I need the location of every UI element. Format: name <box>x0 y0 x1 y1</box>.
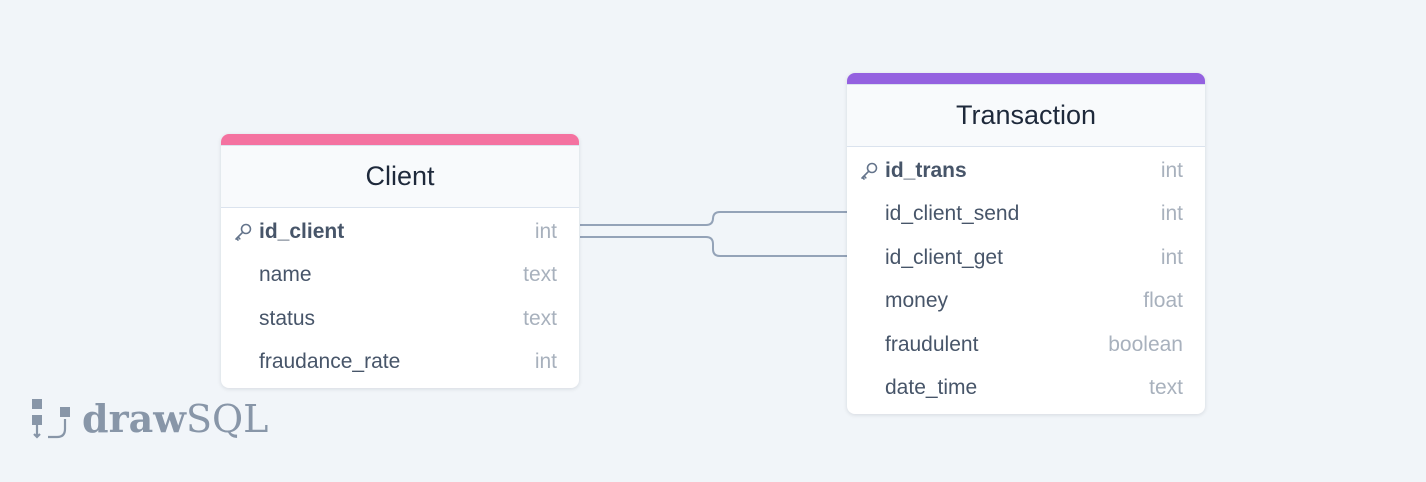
table-transaction-header[interactable]: Transaction <box>847 84 1205 147</box>
field-row-date-time[interactable]: date_time text <box>847 367 1205 411</box>
field-name: fraudance_rate <box>259 350 401 374</box>
field-name: status <box>259 306 316 330</box>
field-type: text <box>1149 376 1183 400</box>
field-name: id_client_get <box>885 245 1003 269</box>
drawsql-logo-icon <box>32 398 70 439</box>
field-row-fraudance-rate[interactable]: fraudance_rate int <box>221 341 579 385</box>
logo-text-draw: draw <box>82 396 186 441</box>
field-type: boolean <box>1108 332 1183 356</box>
field-name: date_time <box>885 376 978 400</box>
table-client-fields: id_client int name text status text frau… <box>221 208 579 388</box>
key-icon <box>233 222 259 242</box>
logo-text-sql: SQL <box>185 396 269 441</box>
table-client-header[interactable]: Client <box>221 145 579 208</box>
field-type: int <box>1160 202 1183 226</box>
table-transaction-fields: id_trans int id_client_send int id_clien… <box>847 147 1205 414</box>
field-name: id_client_send <box>885 202 1020 226</box>
field-type: text <box>523 306 557 330</box>
table-client[interactable]: Client id_client int name text status te… <box>221 134 579 388</box>
table-transaction[interactable]: Transaction id_trans int id_client_send … <box>847 73 1205 414</box>
table-client-title: Client <box>365 161 435 191</box>
table-transaction-title: Transaction <box>955 100 1097 130</box>
field-name: fraudulent <box>885 332 979 356</box>
table-transaction-accent-bar <box>847 73 1205 84</box>
field-row-id-client-send[interactable]: id_client_send int <box>847 193 1205 237</box>
field-row-fraudulent[interactable]: fraudulent boolean <box>847 323 1205 367</box>
field-type: text <box>523 263 557 287</box>
drawsql-logo: draw SQL <box>32 396 268 441</box>
diagram-canvas[interactable]: Client id_client int name text status te… <box>0 0 1426 482</box>
field-type: int <box>1160 245 1183 269</box>
field-type: int <box>534 350 557 374</box>
field-row-id-trans[interactable]: id_trans int <box>847 149 1205 193</box>
field-row-money[interactable]: money float <box>847 280 1205 324</box>
relation-line-id-client-get[interactable] <box>580 236 847 257</box>
field-name: id_client <box>259 219 345 243</box>
field-row-id-client[interactable]: id_client int <box>221 210 579 254</box>
field-name: id_trans <box>885 158 967 182</box>
field-type: int <box>1160 158 1183 182</box>
key-icon <box>859 161 885 181</box>
field-row-id-client-get[interactable]: id_client_get int <box>847 236 1205 280</box>
field-type: float <box>1143 289 1183 313</box>
field-name: name <box>259 263 312 287</box>
table-client-accent-bar <box>221 134 579 145</box>
field-row-status[interactable]: status text <box>221 297 579 341</box>
field-row-name[interactable]: name text <box>221 254 579 298</box>
field-type: int <box>534 219 557 243</box>
relation-line-id-client-send[interactable] <box>580 211 847 226</box>
field-name: money <box>885 289 949 313</box>
